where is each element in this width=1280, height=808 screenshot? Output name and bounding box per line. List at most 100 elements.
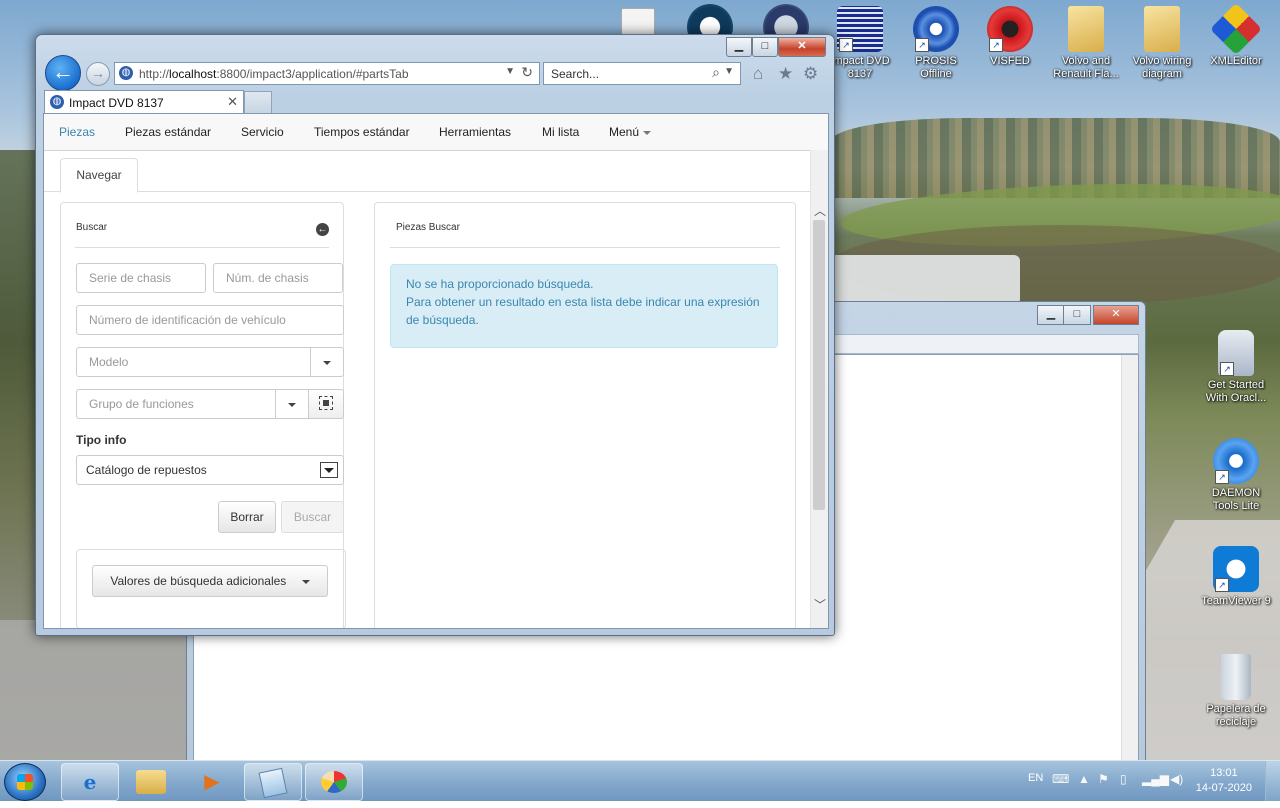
- desktop-icon-label: XMLEditor: [1210, 55, 1262, 67]
- search-icon[interactable]: ⌕: [712, 64, 720, 81]
- search-button[interactable]: Buscar: [281, 501, 344, 533]
- favorites-star-icon[interactable]: ★: [778, 64, 793, 84]
- close-button[interactable]: ✕: [1093, 305, 1139, 325]
- tab-navegar[interactable]: Navegar: [60, 158, 138, 193]
- vin-input[interactable]: Número de identificación de vehículo: [76, 305, 344, 335]
- home-icon[interactable]: ⌂: [753, 64, 763, 84]
- additional-search-well: Valores de búsqueda adicionales: [76, 549, 346, 628]
- clock[interactable]: 13:01 14-07-2020: [1196, 766, 1252, 796]
- dropdown-arrow-icon[interactable]: ▼: [724, 66, 734, 77]
- close-button[interactable]: ✕: [778, 37, 826, 57]
- nav-item-herramientas[interactable]: Herramientas: [439, 125, 511, 139]
- desktop-icon-wiring-folder[interactable]: Volvo wiring diagram: [1124, 6, 1200, 81]
- desktop-icon-label: Get Started With Oracl...: [1205, 379, 1267, 404]
- divider: [390, 247, 780, 248]
- internet-explorer-icon: e: [83, 770, 97, 794]
- nav-item-piezas[interactable]: Piezas: [59, 125, 95, 139]
- chevron-up-icon[interactable]: ︿: [814, 202, 826, 219]
- model-dropdown-button[interactable]: [310, 347, 344, 377]
- chevron-down-icon[interactable]: ﹀: [814, 596, 826, 613]
- start-button[interactable]: [4, 763, 46, 801]
- additional-values-button[interactable]: Valores de búsqueda adicionales: [92, 565, 328, 597]
- scrollbar-thumb[interactable]: [813, 220, 825, 510]
- back-button[interactable]: ←: [45, 55, 81, 91]
- desktop-icon-prosis[interactable]: ↗ PROSIS Offline: [898, 6, 974, 81]
- background-truck: [830, 255, 1020, 305]
- no-search-alert: No se ha proporcionado búsqueda. Para ob…: [390, 264, 778, 348]
- desktop-icon-xmleditor[interactable]: XMLEditor: [1198, 2, 1274, 68]
- hierarchy-icon-center: [323, 400, 329, 406]
- model-input[interactable]: Modelo: [76, 347, 311, 377]
- desktop-icon-daemon[interactable]: ↗ DAEMON Tools Lite: [1198, 438, 1274, 513]
- desktop-icon-visfed[interactable]: ↗ VISFED: [972, 6, 1048, 68]
- nav-item-tiempos-estandar[interactable]: Tiempos estándar: [314, 125, 410, 139]
- arrow-circle-left-icon[interactable]: ←: [316, 223, 329, 236]
- volume-icon[interactable]: ◀): [1170, 772, 1183, 786]
- address-bar[interactable]: ◍ http://localhost:8800/impact3/applicat…: [114, 62, 540, 85]
- show-hidden-icons[interactable]: ▲: [1078, 772, 1090, 786]
- select-arrow-icon: [320, 462, 338, 478]
- gear-icon[interactable]: ⚙: [803, 64, 818, 84]
- nav-item-piezas-estandar[interactable]: Piezas estándar: [125, 125, 211, 139]
- windows-logo-icon: [17, 774, 33, 790]
- new-tab-button[interactable]: [244, 91, 272, 113]
- visfed-icon: ↗: [987, 6, 1033, 52]
- folder-icon: [1144, 6, 1180, 52]
- web-page: Piezas Piezas estándar Servicio Tiempos …: [43, 113, 829, 629]
- battery-icon[interactable]: ▯: [1120, 772, 1127, 786]
- function-group-input[interactable]: Grupo de funciones: [76, 389, 276, 419]
- caret-down-icon: [643, 130, 652, 135]
- scrollbar[interactable]: [1121, 355, 1138, 760]
- desktop-icon-label: Volvo and Renault Fla...: [1053, 55, 1119, 80]
- teamviewer-icon: ↗: [1213, 546, 1259, 592]
- chassis-number-input[interactable]: Núm. de chasis: [213, 263, 343, 293]
- function-group-dropdown-button[interactable]: [275, 389, 309, 419]
- desktop-icon-volvo-renault-folder[interactable]: Volvo and Renault Fla...: [1048, 6, 1124, 81]
- maximize-button[interactable]: □: [1063, 305, 1091, 325]
- background-road: [0, 620, 200, 760]
- results-panel: Piezas Buscar No se ha proporcionado bús…: [374, 202, 796, 628]
- taskbar-notepad[interactable]: [244, 763, 302, 801]
- close-tab-icon[interactable]: ✕: [227, 94, 238, 110]
- nav-item-mi-lista[interactable]: Mi lista: [542, 125, 579, 139]
- refresh-icon[interactable]: ↻: [521, 64, 533, 81]
- nav-item-servicio[interactable]: Servicio: [241, 125, 284, 139]
- browser-window: ▁ □ ✕ ← → ◍ http://localhost:8800/impact…: [35, 34, 835, 636]
- nav-item-menu[interactable]: Menú: [609, 125, 652, 139]
- show-desktop-button[interactable]: [1265, 761, 1280, 801]
- dropdown-arrow-icon[interactable]: ▼: [505, 66, 515, 77]
- taskbar-paint[interactable]: [305, 763, 363, 801]
- main-navbar: Piezas Piezas estándar Servicio Tiempos …: [44, 114, 828, 151]
- paint-icon: [321, 771, 347, 793]
- desktop-icon-recycle-bin[interactable]: Papelera de reciclaje: [1198, 654, 1274, 729]
- network-signal-icon[interactable]: ▂▄▆: [1142, 772, 1169, 786]
- minimize-button[interactable]: ▁: [1037, 305, 1065, 325]
- caret-down-icon: [323, 361, 331, 365]
- additional-values-label: Valores de búsqueda adicionales: [110, 574, 287, 588]
- page-scrollbar[interactable]: ︿ ﹀: [810, 150, 828, 628]
- desktop-icon-oracle[interactable]: ↗ Get Started With Oracl...: [1198, 330, 1274, 405]
- function-group-tree-button[interactable]: [308, 389, 344, 419]
- desktop-icon-label: TeamViewer 9: [1201, 595, 1271, 607]
- info-type-select[interactable]: Catálogo de repuestos: [76, 455, 344, 485]
- taskbar-media-player[interactable]: ▶: [183, 763, 241, 801]
- maximize-button[interactable]: □: [752, 37, 778, 57]
- minimize-button[interactable]: ▁: [726, 37, 752, 57]
- browser-tab[interactable]: ◍ Impact DVD 8137 ✕: [44, 90, 244, 113]
- tab-title: Impact DVD 8137: [69, 96, 164, 110]
- clear-button[interactable]: Borrar: [218, 501, 276, 533]
- info-type-value: Catálogo de repuestos: [86, 463, 207, 477]
- divider: [75, 247, 329, 248]
- prosis-icon: ↗: [913, 6, 959, 52]
- desktop-icon-teamviewer[interactable]: ↗ TeamViewer 9: [1198, 546, 1274, 608]
- search-box[interactable]: Search... ⌕ ▼: [543, 62, 741, 85]
- chassis-series-input[interactable]: Serie de chasis: [76, 263, 206, 293]
- action-center-flag-icon[interactable]: ⚑: [1098, 772, 1109, 786]
- forward-button[interactable]: →: [86, 62, 110, 86]
- language-indicator[interactable]: EN: [1028, 772, 1043, 784]
- url-text: http://localhost:8800/impact3/applicatio…: [139, 67, 409, 81]
- globe-icon: ◍: [50, 95, 64, 109]
- taskbar-internet-explorer[interactable]: e: [61, 763, 119, 801]
- taskbar-file-explorer[interactable]: [122, 763, 180, 801]
- keyboard-icon[interactable]: ⌨: [1052, 772, 1069, 786]
